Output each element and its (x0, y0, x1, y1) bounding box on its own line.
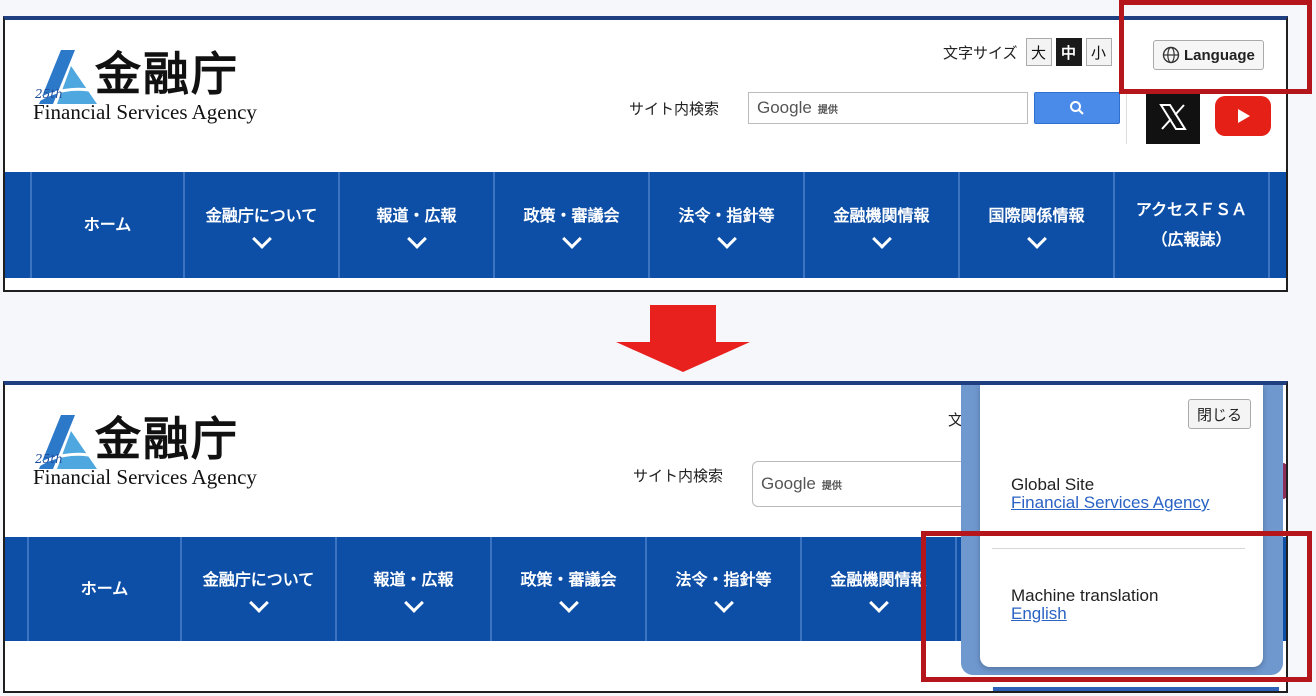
screenshot-before: 25th 金融庁 Financial Services Agency 文字サイズ… (3, 16, 1288, 292)
nav-item-policy[interactable]: 政策・審議会 (492, 537, 647, 641)
search-button[interactable] (1034, 92, 1120, 124)
provided-label: 提供 (821, 480, 842, 492)
search-label: サイト内検索 (633, 467, 724, 485)
nav-label: 法令・指針等 (675, 570, 772, 589)
global-site-heading: Global Site (1011, 475, 1095, 494)
nav-item-press[interactable]: 報道・広報 (337, 537, 492, 641)
machine-translation-highlight-box (921, 531, 1312, 682)
chevron-down-icon (403, 593, 424, 613)
global-nav: ホーム 金融庁について 報道・広報 政策・審議会 法令・指針等 金融機関情報 国… (5, 172, 1286, 278)
chevron-down-icon (1026, 229, 1047, 249)
nav-label: 報道・広報 (373, 570, 454, 589)
nav-label: 金融庁について (205, 206, 318, 225)
logo-subtitle: Financial Services Agency (33, 465, 257, 489)
nav-label: 政策・審議会 (523, 206, 620, 225)
close-button[interactable]: 閉じる (1187, 399, 1251, 429)
nav-item-home[interactable]: ホーム (30, 172, 185, 278)
chevron-down-icon (406, 229, 427, 249)
nav-item-laws[interactable]: 法令・指針等 (650, 172, 805, 278)
nav-item-institutions[interactable]: 金融機関情報 (805, 172, 960, 278)
chevron-down-icon (713, 593, 734, 613)
logo-title: 金融庁 (95, 412, 239, 466)
provided-label: 提供 (817, 104, 838, 116)
fsa-logo[interactable]: 25th 金融庁 Financial Services Agency (31, 44, 281, 134)
nav-label: 報道・広報 (376, 206, 457, 225)
logo-title: 金融庁 (95, 47, 239, 101)
logo-subtitle: Financial Services Agency (33, 100, 257, 124)
nav-label: アクセスＦＳＡ (1135, 200, 1248, 219)
nav-item-about[interactable]: 金融庁について (182, 537, 337, 641)
nav-label: 法令・指針等 (678, 206, 775, 225)
nav-item-access-fsa[interactable]: アクセスＦＳＡ （広報誌） (1115, 172, 1270, 278)
nav-label: 金融機関情報 (833, 206, 930, 225)
chevron-down-icon (868, 593, 889, 613)
search-input[interactable]: Google 提供 (752, 461, 992, 507)
nav-item-international[interactable]: 国際関係情報 (960, 172, 1115, 278)
google-label: Google (757, 98, 812, 117)
nav-label: 金融庁について (202, 570, 315, 589)
google-label: Google (761, 474, 816, 493)
font-size-controls: 文字サイズ 大 中 小 (943, 38, 1112, 66)
nav-item-home[interactable]: ホーム (27, 537, 182, 641)
nav-label: ホーム (80, 579, 129, 598)
search-icon (1070, 101, 1084, 115)
nav-label: 金融機関情報 (830, 570, 927, 589)
global-site-link[interactable]: Financial Services Agency (1011, 493, 1209, 513)
youtube-social-link[interactable] (1215, 96, 1271, 136)
search-label: サイト内検索 (629, 100, 720, 118)
fsa-logo[interactable]: 25th 金融庁 Financial Services Agency (31, 409, 281, 499)
font-size-large-button[interactable]: 大 (1025, 38, 1052, 66)
font-size-small-button[interactable]: 小 (1085, 38, 1112, 66)
search-input[interactable]: Google 提供 (748, 92, 1028, 124)
nav-label: 国際関係情報 (988, 206, 1085, 225)
chevron-down-icon (558, 593, 579, 613)
nav-label-line2: （広報誌） (1151, 230, 1232, 249)
nav-label: ホーム (83, 215, 132, 234)
nav-item-laws[interactable]: 法令・指針等 (647, 537, 802, 641)
chevron-down-icon (871, 229, 892, 249)
fsa-logo-mark-icon: 25th (32, 415, 97, 471)
chevron-down-icon (251, 229, 272, 249)
logo-badge-text: 25th (34, 452, 63, 466)
chevron-down-icon (248, 593, 269, 613)
header-divider (1126, 92, 1127, 144)
font-size-medium-button[interactable]: 中 (1055, 38, 1082, 66)
x-logo-icon (1159, 104, 1187, 130)
logo-badge-text: 25th (34, 87, 63, 101)
nav-item-policy[interactable]: 政策・審議会 (495, 172, 650, 278)
nav-item-press[interactable]: 報道・広報 (340, 172, 495, 278)
chevron-down-icon (561, 229, 582, 249)
down-arrow-head-icon (616, 342, 750, 372)
fsa-logo-mark-icon: 25th (32, 50, 97, 106)
youtube-play-icon (1238, 109, 1250, 123)
nav-label: 政策・審議会 (520, 570, 617, 589)
nav-strip-behind-popup (993, 687, 1279, 691)
font-size-label: 文字サイズ (943, 43, 1018, 62)
down-arrow-icon (650, 305, 716, 345)
language-highlight-box (1119, 0, 1312, 94)
nav-item-about[interactable]: 金融庁について (185, 172, 340, 278)
chevron-down-icon (716, 229, 737, 249)
x-social-link[interactable] (1146, 90, 1200, 144)
